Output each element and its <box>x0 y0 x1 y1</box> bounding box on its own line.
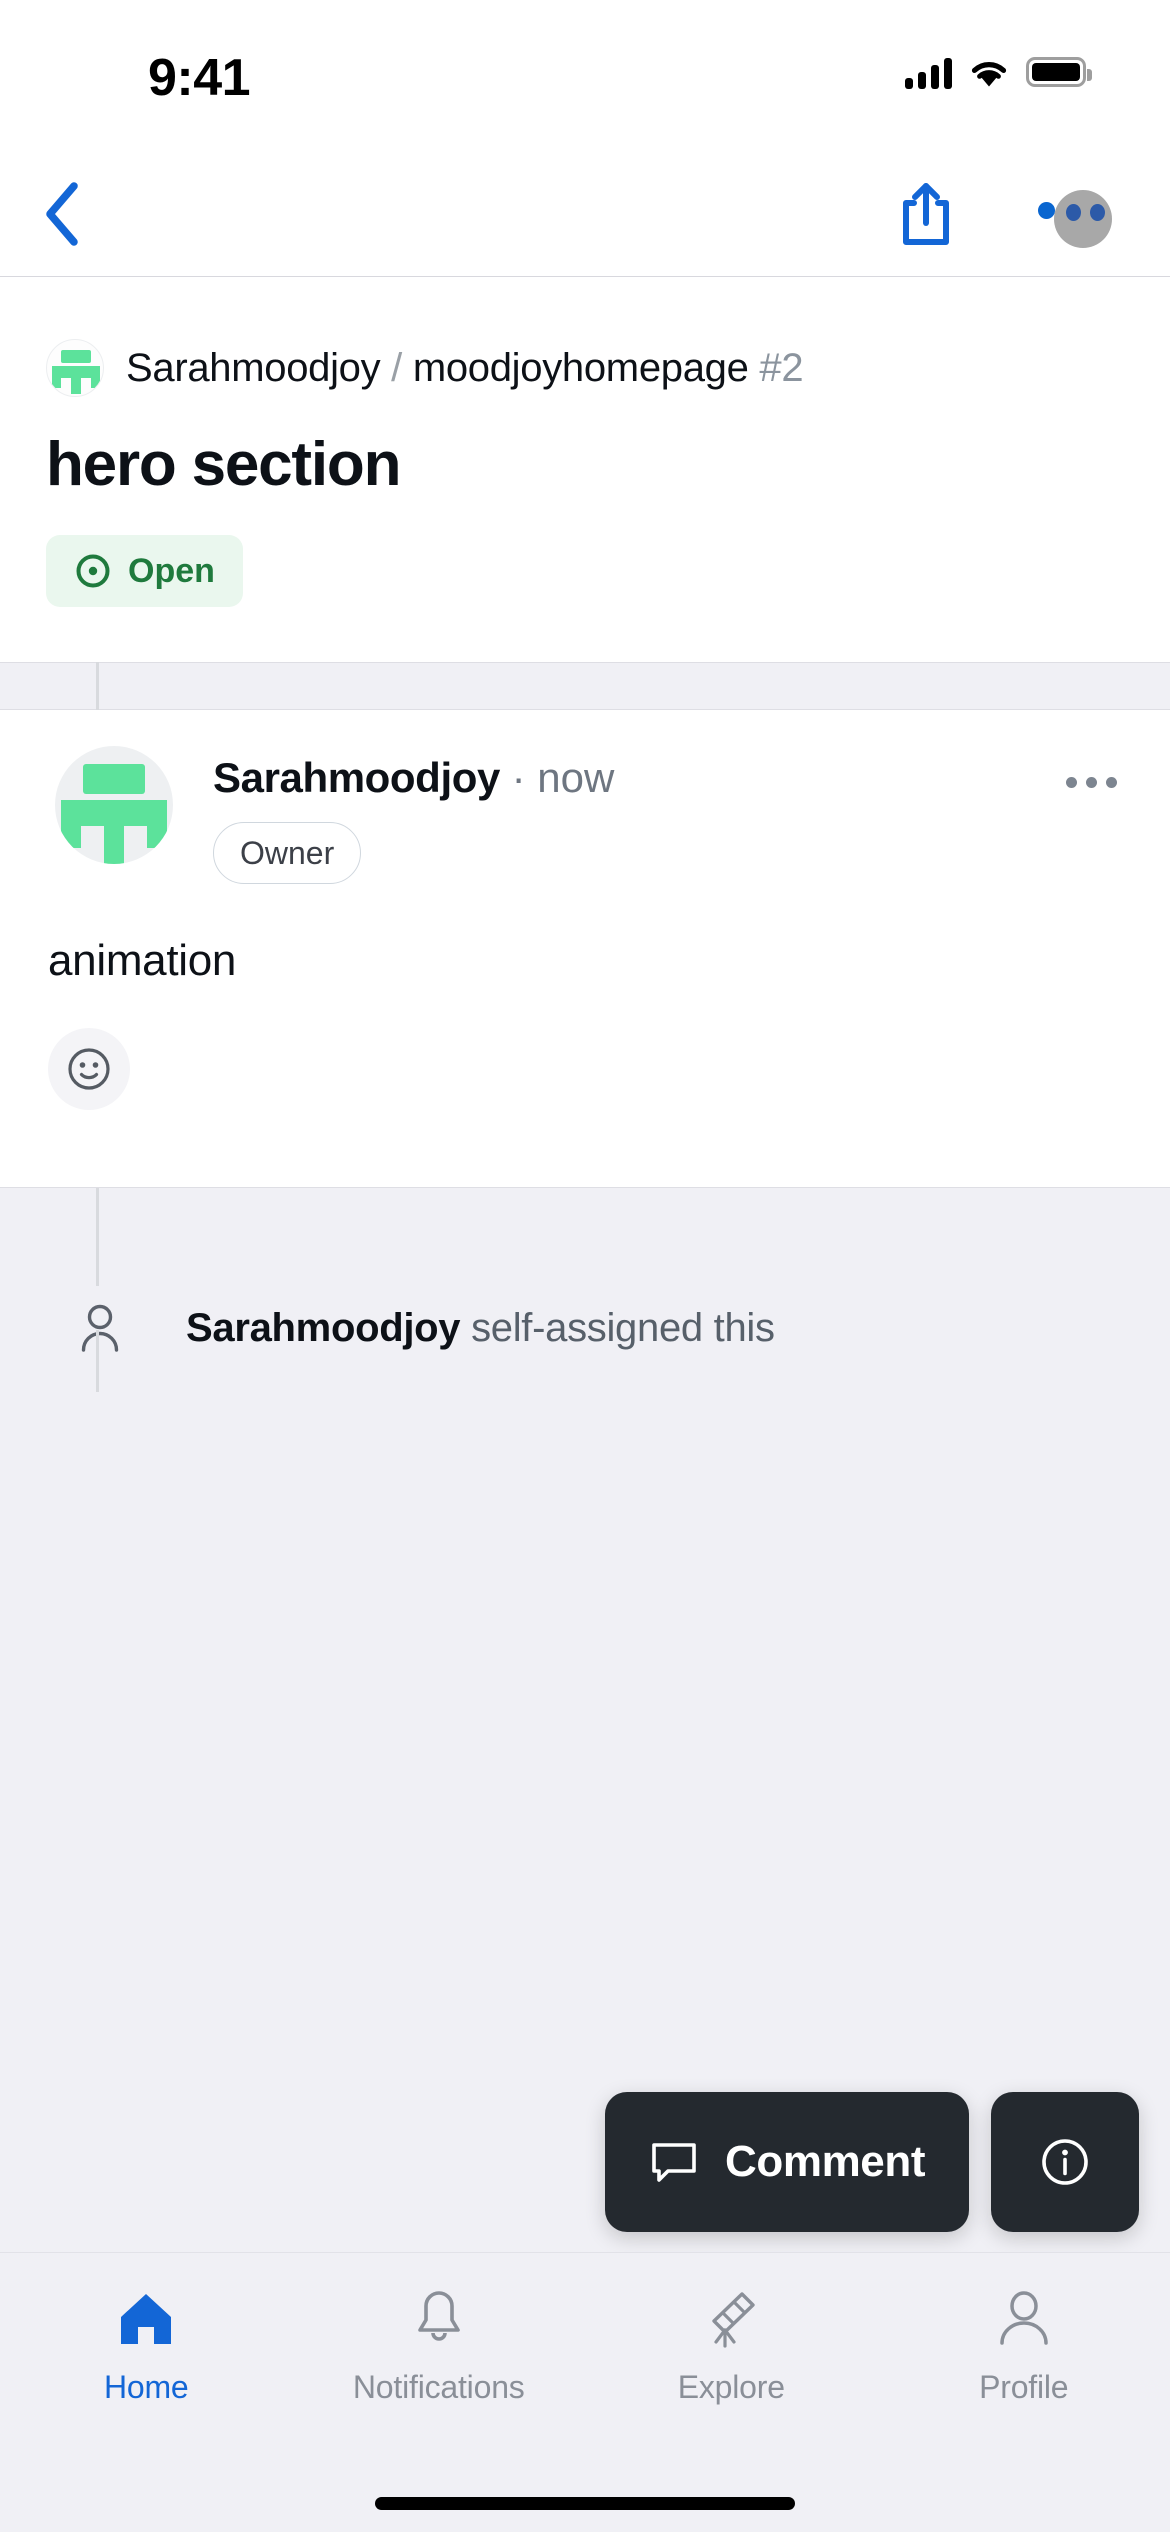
tab-home[interactable]: Home <box>0 2253 293 2532</box>
phone-screen: 9:41 Sarahmoodjoy / moodjoyhomepage #2 h… <box>0 0 1170 2532</box>
comment-card: Sarahmoodjoy · now Owner animation <box>0 710 1170 1188</box>
timeline-connector <box>96 1330 99 1392</box>
telescope-icon <box>698 2283 764 2355</box>
comment-overflow-button[interactable] <box>1048 752 1134 812</box>
tab-profile[interactable]: Profile <box>878 2253 1170 2532</box>
status-bar-time: 9:41 <box>148 49 251 107</box>
chevron-left-icon <box>46 182 78 246</box>
info-button[interactable] <box>991 2092 1140 2232</box>
timeline-event-actor[interactable]: Sarahmoodjoy <box>186 1306 461 1350</box>
issue-number: #2 <box>759 345 804 390</box>
issue-header: Sarahmoodjoy / moodjoyhomepage #2 hero s… <box>0 277 1170 662</box>
section-divider <box>0 662 1170 710</box>
avatar-eye-right <box>1090 204 1105 221</box>
bell-icon <box>406 2283 472 2355</box>
status-bar-indicators <box>905 55 1092 89</box>
signal-bars-icon <box>905 55 952 89</box>
avatar-eye-left <box>1066 204 1081 221</box>
add-reaction-smiley-icon <box>68 1048 110 1090</box>
tab-notifications[interactable]: Notifications <box>293 2253 586 2532</box>
status-bar: 9:41 <box>0 0 1170 152</box>
home-icon <box>113 2283 179 2355</box>
breadcrumb-repo[interactable]: moodjoyhomepage <box>413 346 749 390</box>
comment-timestamp: now <box>537 754 615 801</box>
tab-notifications-label: Notifications <box>352 2369 525 2405</box>
avatar-face <box>1054 190 1112 248</box>
issue-opened-icon <box>76 554 110 588</box>
notification-dot <box>1038 202 1055 219</box>
tab-bar: Home Notifications Explore Profile <box>0 2252 1170 2532</box>
battery-icon <box>1026 57 1092 87</box>
comment-button-label: Comment <box>725 2137 926 2186</box>
status-badge: Open <box>46 535 243 607</box>
kebab-menu-icon <box>1065 776 1077 788</box>
tab-profile-label: Profile <box>979 2369 1069 2405</box>
comment-separator: · <box>511 754 526 801</box>
timeline-connector <box>96 662 99 710</box>
tab-explore[interactable]: Explore <box>585 2253 878 2532</box>
person-outline-icon <box>991 2283 1057 2355</box>
comment-button[interactable]: Comment <box>605 2092 970 2232</box>
tab-explore-label: Explore <box>677 2369 785 2405</box>
status-badge-label: Open <box>128 551 215 590</box>
timeline-event-text: Sarahmoodjoy self-assigned this <box>186 1300 775 1356</box>
user-avatar-icon[interactable] <box>1038 184 1112 248</box>
breadcrumb-owner[interactable]: Sarahmoodjoy <box>126 346 381 390</box>
add-reaction-button[interactable] <box>48 1028 130 1110</box>
timeline-event-row: Sarahmoodjoy self-assigned this <box>0 1286 1170 1374</box>
floating-action-bar: Comment <box>605 2092 1140 2232</box>
back-button[interactable] <box>22 174 102 254</box>
breadcrumb[interactable]: Sarahmoodjoy / moodjoyhomepage #2 <box>46 339 804 397</box>
share-icon <box>903 183 949 245</box>
comment-author[interactable]: Sarahmoodjoy <box>213 754 500 801</box>
wifi-icon <box>971 61 1007 86</box>
breadcrumb-text: Sarahmoodjoy / moodjoyhomepage #2 <box>126 345 804 391</box>
repo-owner-avatar-icon <box>46 339 104 397</box>
tab-home-label: Home <box>103 2369 189 2405</box>
comment-author-avatar-icon[interactable] <box>55 746 173 864</box>
role-badge: Owner <box>213 822 362 884</box>
timeline-event-action: self-assigned this <box>471 1306 775 1350</box>
comment-body: animation <box>48 936 237 985</box>
kebab-menu-icon <box>1105 776 1117 788</box>
breadcrumb-separator: / <box>391 345 402 390</box>
share-button[interactable] <box>886 174 966 254</box>
comment-meta: Sarahmoodjoy · now <box>213 754 614 802</box>
timeline-connector <box>96 1188 99 1286</box>
page-title: hero section <box>46 430 401 499</box>
person-icon <box>72 1300 128 1356</box>
comment-bubble-icon <box>652 2143 696 2182</box>
navigation-bar <box>0 152 1170 277</box>
home-indicator[interactable] <box>375 2497 795 2510</box>
info-circle-icon <box>1042 2139 1088 2185</box>
kebab-menu-icon <box>1085 776 1097 788</box>
